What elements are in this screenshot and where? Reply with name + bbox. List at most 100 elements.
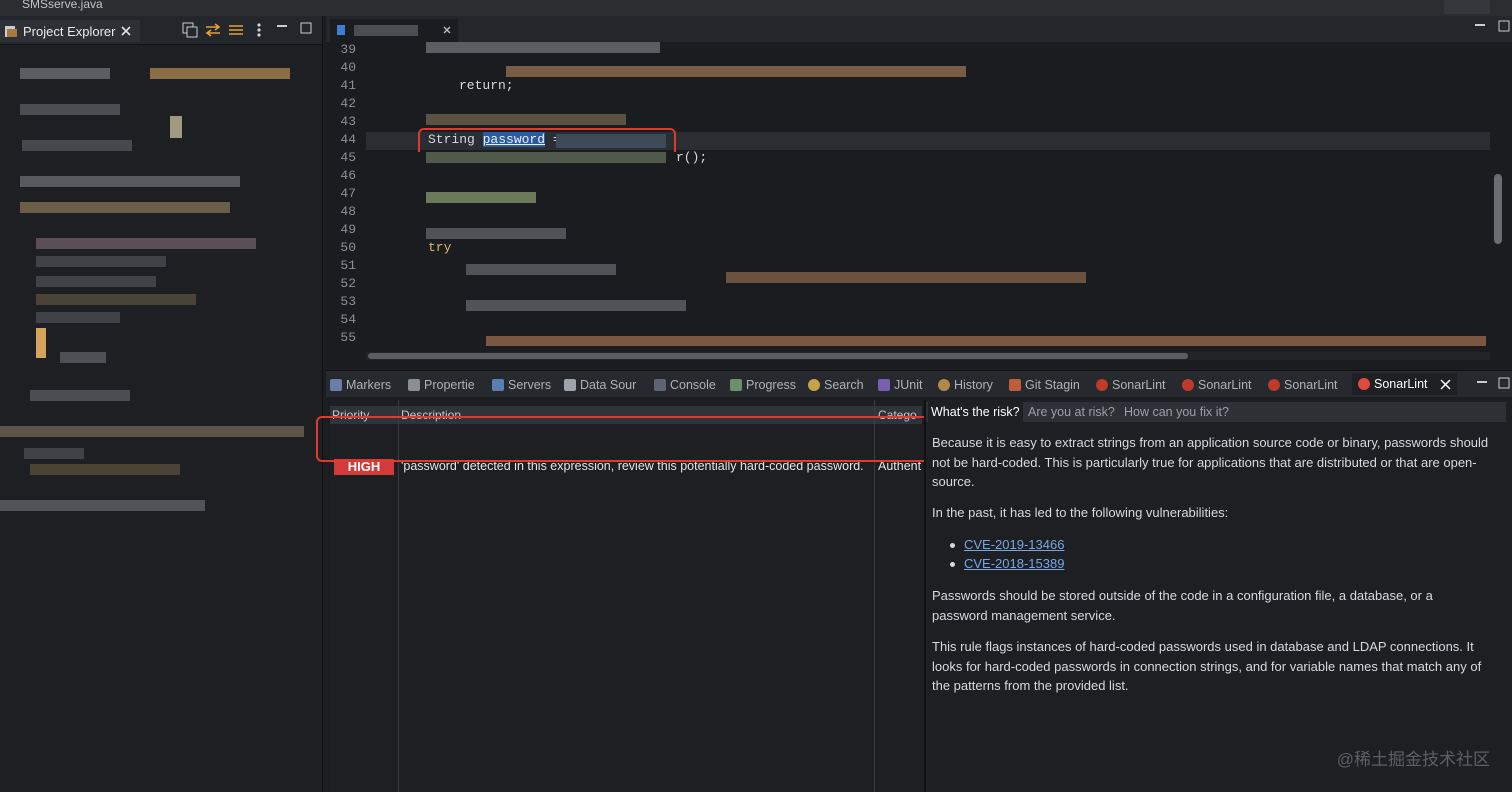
explorer-tab-label: Project Explorer [23, 23, 116, 39]
properties-icon [408, 379, 420, 391]
risk-paragraph: Because it is easy to extract strings fr… [932, 435, 1489, 489]
tab-console[interactable]: Console [654, 375, 716, 395]
folder-icon [4, 24, 18, 38]
code-obscured [426, 228, 566, 239]
markers-icon [330, 379, 342, 391]
tab-junit[interactable]: JUnit [878, 375, 922, 395]
junit-icon [878, 379, 890, 391]
code-try-keyword: try [428, 240, 452, 255]
filter-icon[interactable] [228, 22, 244, 38]
tab-progress[interactable]: Progress [730, 375, 796, 395]
project-explorer-panel: Project Explorer [0, 16, 323, 792]
annotation-box-code [418, 128, 676, 152]
line-number: 54 [340, 312, 356, 327]
history-icon [938, 379, 950, 391]
rule-details-panel: What's the risk? Are you at risk? How ca… [924, 400, 1512, 792]
editor-tab-label-obscured [354, 25, 418, 36]
close-icon[interactable] [120, 25, 132, 37]
vertical-scroll-thumb[interactable] [1494, 174, 1502, 244]
line-number: 39 [340, 42, 356, 57]
java-file-icon [336, 24, 346, 36]
storage-paragraph: Passwords should be stored outside of th… [932, 588, 1433, 623]
code-obscured [426, 152, 666, 163]
tab-history[interactable]: History [938, 375, 993, 395]
progress-icon [730, 379, 742, 391]
datasource-icon [564, 379, 576, 391]
bullet-icon [950, 543, 955, 548]
line-number: 42 [340, 96, 356, 111]
tab-whats-the-risk[interactable]: What's the risk? [928, 402, 1023, 422]
bullet-icon [950, 562, 955, 567]
line-number: 43 [340, 114, 356, 129]
cve-link-1[interactable]: CVE-2019-13466 [964, 535, 1512, 555]
cve-link-2[interactable]: CVE-2018-15389 [964, 554, 1512, 574]
minimize-icon[interactable] [1474, 20, 1486, 32]
project-tree-obscured [0, 56, 320, 516]
tab-git-staging[interactable]: Git Stagin [1009, 375, 1080, 395]
watermark: @稀土掘金技术社区 [1336, 750, 1490, 769]
code-editor[interactable]: 39 40 41 42 43 44 45 46 47 48 49 50 51 5… [326, 16, 1512, 368]
editor-tab[interactable] [330, 19, 458, 42]
sonarlint-icon [1268, 379, 1280, 391]
tab-markers[interactable]: Markers [330, 375, 391, 395]
horizontal-scroll-thumb[interactable] [368, 353, 1188, 359]
code-obscured [426, 114, 626, 125]
sonarlint-icon [1358, 378, 1370, 390]
collapse-all-icon[interactable] [182, 22, 198, 38]
tab-properties[interactable]: Propertie [408, 375, 475, 395]
window-control[interactable] [1444, 0, 1490, 14]
tab-are-you-at-risk[interactable]: Are you at risk? [1028, 405, 1115, 419]
console-icon [654, 379, 666, 391]
line-number: 55 [340, 330, 356, 345]
tab-servers[interactable]: Servers [492, 375, 551, 395]
link-with-editor-icon[interactable] [205, 22, 221, 38]
code-return: return; [459, 78, 514, 93]
line-number: 50 [340, 240, 356, 255]
maximize-icon[interactable] [1498, 377, 1510, 389]
line-number: 47 [340, 186, 356, 201]
sonarlint-icon [1182, 379, 1194, 391]
maximize-icon[interactable] [1498, 20, 1510, 32]
tab-how-can-you-fix-it[interactable]: How can you fix it? [1124, 405, 1229, 419]
line-number: 41 [340, 78, 356, 93]
tab-sonarlint-3[interactable]: SonarLint [1268, 375, 1338, 395]
details-tab-bar: What's the risk? Are you at risk? How ca… [926, 402, 1506, 422]
code-line45-tail: r(); [676, 150, 708, 165]
tab-sonarlint-2[interactable]: SonarLint [1182, 375, 1252, 395]
code-obscured [466, 300, 686, 311]
rule-paragraph: This rule flags instances of hard-coded … [932, 639, 1482, 693]
line-number: 49 [340, 222, 356, 237]
annotation-box-issue [316, 416, 932, 462]
view-menu-icon[interactable] [254, 22, 264, 38]
servers-icon [492, 379, 504, 391]
line-number: 51 [340, 258, 356, 273]
views-tab-bar: Markers Propertie Servers Data Sour Cons… [326, 370, 1512, 397]
close-icon[interactable] [442, 25, 452, 35]
line-number: 53 [340, 294, 356, 309]
code-obscured [426, 42, 660, 53]
minimize-icon[interactable] [276, 21, 288, 33]
tab-sonarlint-active[interactable]: SonarLint [1352, 373, 1457, 395]
code-obscured [726, 272, 1086, 283]
line-number: 52 [340, 276, 356, 291]
code-obscured [426, 192, 536, 203]
code-obscured [466, 264, 616, 275]
explorer-tab-bar: Project Explorer [0, 16, 322, 45]
line-number: 45 [340, 150, 356, 165]
explorer-tab[interactable]: Project Explorer [0, 20, 141, 42]
maximize-icon[interactable] [300, 22, 312, 34]
tab-sonarlint-1[interactable]: SonarLint [1096, 375, 1166, 395]
line-number: 40 [340, 60, 356, 75]
code-obscured [486, 336, 1486, 346]
code-obscured [506, 66, 966, 77]
window-title-bar: SMSserve.java [0, 0, 1512, 16]
search-icon [808, 379, 820, 391]
line-number-gutter: 39 40 41 42 43 44 45 46 47 48 49 50 51 5… [326, 42, 360, 348]
sonarlint-icon [1096, 379, 1108, 391]
tab-search[interactable]: Search [808, 375, 864, 395]
close-icon[interactable] [1439, 378, 1451, 390]
minimize-icon[interactable] [1476, 377, 1488, 389]
window-title: SMSserve.java [22, 0, 103, 11]
tab-data-source[interactable]: Data Sour [564, 375, 636, 395]
line-number: 44 [340, 132, 356, 147]
